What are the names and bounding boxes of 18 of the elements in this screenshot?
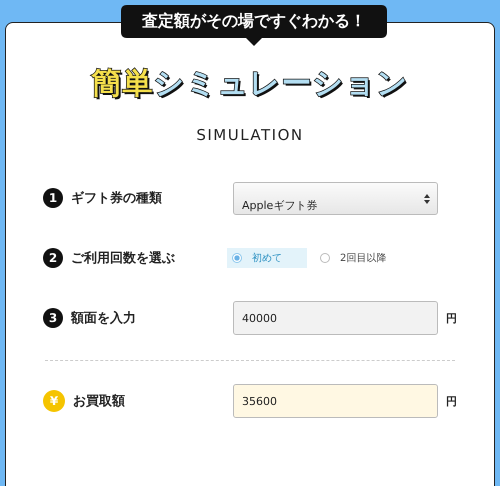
field-label: ギフト券の種類 [71,190,162,207]
gift-card-select[interactable]: Appleギフト券 [233,182,438,214]
subtitle: SIMULATION [196,126,304,144]
field-label: ご利用回数を選ぶ [71,250,175,267]
step-badge: 3 [43,308,63,328]
field-label: 額面を入力 [71,310,136,327]
field-label: お買取額 [73,392,125,410]
step-badge: 1 [43,188,63,208]
unit-label: 円 [446,310,457,326]
step-badge: ¥ [43,390,65,412]
speech-bubble: 査定額がその場ですぐわかる！ [121,5,387,46]
unit-label: 円 [446,394,457,408]
title: 簡単シミュレーション [92,65,408,103]
step-badge: 2 [43,248,63,268]
radio-option[interactable]: 2回目以降 [315,248,395,268]
updown-arrow-icon [424,194,430,204]
result-field[interactable]: 35600 [233,384,438,418]
input-field[interactable]: 40000 [233,301,438,335]
